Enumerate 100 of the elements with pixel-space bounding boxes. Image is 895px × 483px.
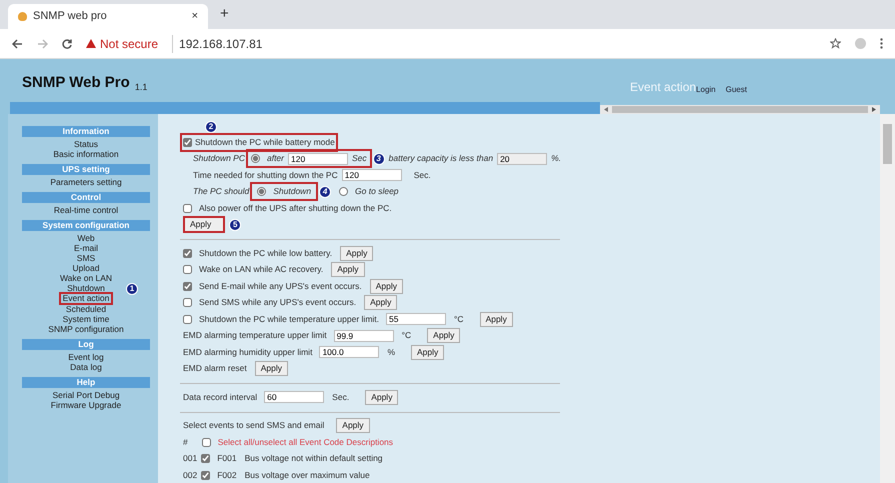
menu-icon[interactable] xyxy=(880,38,883,49)
unit-label: Sec. xyxy=(414,168,431,182)
input-field[interactable]: 120 xyxy=(288,152,348,165)
radio-button[interactable] xyxy=(250,154,260,164)
radio-label: battery capacity is less than xyxy=(388,152,494,166)
checkbox[interactable] xyxy=(183,265,192,274)
apply-button[interactable]: Apply xyxy=(411,344,444,360)
checkbox[interactable] xyxy=(201,454,210,464)
event-number: 001 xyxy=(183,452,198,466)
checkbox[interactable] xyxy=(183,138,192,147)
sidebar-link[interactable]: Data log xyxy=(68,362,104,372)
apply-button[interactable]: Apply xyxy=(364,295,398,310)
checkbox[interactable] xyxy=(183,204,192,213)
callout-badge: 3 xyxy=(372,152,385,165)
input-field[interactable]: 100.0 xyxy=(319,346,380,358)
sidebar-link[interactable]: SMS xyxy=(74,253,98,263)
section-header: System configuration xyxy=(22,220,150,231)
radio-button[interactable] xyxy=(339,187,348,196)
sidebar-link[interactable]: Upload xyxy=(70,263,102,273)
unit-label: Sec. xyxy=(332,390,350,404)
browser-tab[interactable]: SNMP web pro × xyxy=(8,4,208,29)
vertical-scrollbar[interactable] xyxy=(880,114,895,483)
callout-badge: 2 xyxy=(205,121,217,133)
sidebar-link[interactable]: Event log xyxy=(66,352,106,362)
user-label: Guest xyxy=(726,84,747,96)
apply-button[interactable]: Apply xyxy=(480,312,513,327)
login-link[interactable]: Login xyxy=(696,84,716,96)
field-label: Data record interval xyxy=(183,390,258,404)
section-header: Help xyxy=(22,377,150,388)
checkbox[interactable] xyxy=(183,248,192,258)
field-label: Time needed for shutting down the PC xyxy=(193,168,338,182)
sidebar-link[interactable]: E-mail xyxy=(72,243,100,253)
section-header: UPS setting xyxy=(22,164,150,175)
sidebar-link[interactable]: Serial Port Debug xyxy=(50,390,122,400)
apply-button[interactable]: Apply xyxy=(254,361,288,376)
horizontal-scrollbar[interactable] xyxy=(600,105,880,114)
radio-label: Go to sleep xyxy=(355,185,399,198)
page-title: Event action xyxy=(630,79,696,96)
apply-button[interactable]: Apply xyxy=(370,278,403,294)
input-field[interactable]: 55 xyxy=(386,313,446,326)
scroll-right-icon[interactable] xyxy=(872,107,876,112)
checkbox-label: Shutdown the PC while low battery. xyxy=(199,246,332,260)
apply-button[interactable]: Apply xyxy=(183,216,226,234)
checkbox-label: Wake on LAN while AC recovery. xyxy=(199,263,324,276)
tab-title: SNMP web pro xyxy=(33,9,107,24)
sidebar-link[interactable]: System time xyxy=(60,314,112,324)
apply-button[interactable]: Apply xyxy=(365,390,398,405)
checkbox[interactable] xyxy=(183,314,192,324)
security-label[interactable]: Not secure xyxy=(100,34,158,52)
sidebar-link[interactable]: Event action xyxy=(60,294,112,303)
checkbox[interactable] xyxy=(183,282,192,291)
checkbox-label: Also power off the UPS after shutting down the PC. xyxy=(199,202,392,215)
sidebar-link[interactable]: Parameters setting xyxy=(48,177,124,187)
reload-icon[interactable] xyxy=(62,38,72,48)
section-header: Log xyxy=(22,339,150,350)
apply-button[interactable]: Apply xyxy=(427,328,460,344)
apply-button[interactable]: Apply xyxy=(340,246,374,261)
apply-button[interactable]: Apply xyxy=(336,418,370,434)
field-label: EMD alarming humidity upper limit xyxy=(183,346,312,359)
version-label: 1.1 xyxy=(134,80,148,94)
scroll-left-icon[interactable] xyxy=(604,107,608,112)
input-field[interactable]: 20 xyxy=(497,152,548,165)
field-label: The PC should xyxy=(193,185,250,198)
apply-button[interactable]: Apply xyxy=(331,262,365,278)
checkbox-label: Shutdown the PC while battery mode xyxy=(195,136,335,149)
radio-button[interactable] xyxy=(257,187,266,196)
new-tab-button[interactable]: + xyxy=(220,2,229,25)
checkbox-label: Shutdown the PC while temperature upper limit. xyxy=(199,312,380,326)
sidebar-link[interactable]: Wake on LAN xyxy=(58,273,114,283)
sidebar-link[interactable]: Basic information xyxy=(51,149,121,159)
warning-icon xyxy=(86,39,96,48)
event-code: F001 xyxy=(217,452,237,466)
select-all-label[interactable]: Select all/unselect all Event Code Descriptions xyxy=(218,436,394,449)
callout-badge: 5 xyxy=(229,218,242,231)
close-button[interactable]: × xyxy=(192,8,198,25)
unit-label: %. xyxy=(551,152,561,166)
event-description: Bus voltage over maximum value xyxy=(244,468,370,482)
sidebar-link[interactable]: Scheduled xyxy=(64,304,108,314)
input-field[interactable]: 120 xyxy=(342,169,402,182)
checkbox-label: Send SMS while any UPS's event occurs. xyxy=(199,296,356,310)
sidebar-link[interactable]: Firmware Upgrade xyxy=(48,400,124,410)
address-bar[interactable]: 192.168.107.81 xyxy=(172,34,262,52)
sidebar-link[interactable]: Status xyxy=(72,139,100,149)
checkbox[interactable] xyxy=(201,470,210,480)
input-field[interactable]: 99.9 xyxy=(334,330,394,342)
input-field[interactable]: 60 xyxy=(264,391,324,404)
sidebar-link[interactable]: SNMP configuration xyxy=(46,324,126,334)
callout-badge: 1 xyxy=(126,283,138,295)
back-icon[interactable] xyxy=(12,38,23,48)
sidebar-link[interactable]: Shutdown xyxy=(65,283,107,293)
sidebar-link[interactable]: Web xyxy=(75,233,97,243)
app-title: SNMP Web Pro xyxy=(22,72,130,92)
sidebar-link[interactable]: Real-time control xyxy=(52,205,120,215)
column-header: # xyxy=(183,436,188,449)
checkbox-label: Send E-mail while any UPS's event occurs. xyxy=(199,280,362,293)
checkbox[interactable] xyxy=(183,298,192,308)
checkbox[interactable] xyxy=(202,438,211,447)
star-icon[interactable] xyxy=(830,38,841,49)
field-label: Select events to send SMS and email xyxy=(183,419,324,432)
unit-label: °C xyxy=(454,312,464,326)
